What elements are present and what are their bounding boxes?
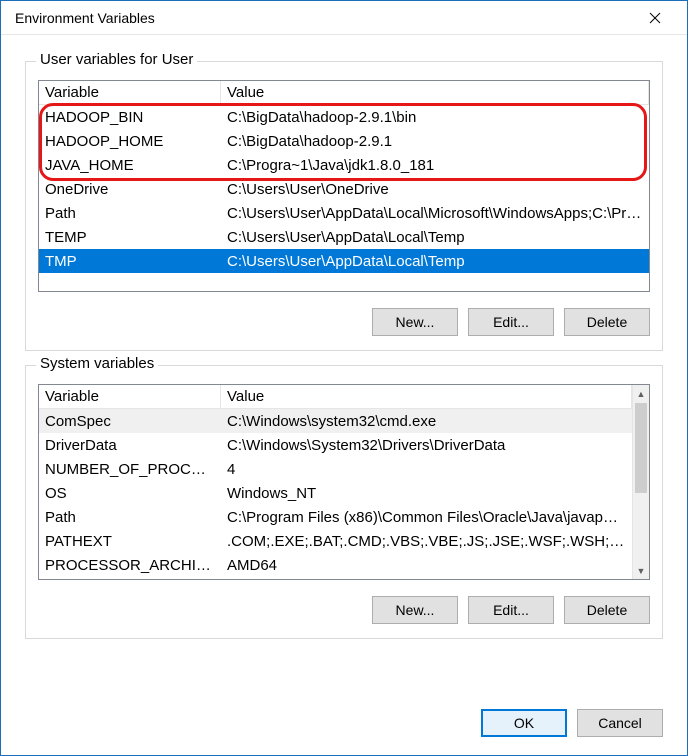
user-vars-label: User variables for User bbox=[36, 51, 197, 68]
cell-variable: HADOOP_HOME bbox=[39, 133, 221, 150]
table-row[interactable]: DriverDataC:\Windows\System32\Drivers\Dr… bbox=[39, 433, 632, 457]
table-row[interactable]: OSWindows_NT bbox=[39, 481, 632, 505]
cell-variable: TMP bbox=[39, 253, 221, 270]
cell-variable: OS bbox=[39, 485, 221, 502]
close-button[interactable] bbox=[633, 3, 677, 33]
table-row[interactable]: JAVA_HOMEC:\Progra~1\Java\jdk1.8.0_181 bbox=[39, 153, 649, 177]
table-row[interactable]: PathC:\Users\User\AppData\Local\Microsof… bbox=[39, 201, 649, 225]
cell-value: .COM;.EXE;.BAT;.CMD;.VBS;.VBE;.JS;.JSE;.… bbox=[221, 533, 632, 550]
table-row[interactable]: HADOOP_HOMEC:\BigData\hadoop-2.9.1 bbox=[39, 129, 649, 153]
user-vars-group: User variables for User Variable Value H… bbox=[25, 61, 663, 351]
system-vars-buttons: New... Edit... Delete bbox=[38, 596, 650, 624]
titlebar: Environment Variables bbox=[1, 1, 687, 35]
scroll-up-icon[interactable]: ▲ bbox=[633, 385, 649, 402]
table-row[interactable]: OneDriveC:\Users\User\OneDrive bbox=[39, 177, 649, 201]
env-vars-dialog: Environment Variables User variables for… bbox=[0, 0, 688, 756]
system-edit-button[interactable]: Edit... bbox=[468, 596, 554, 624]
cell-value: AMD64 bbox=[221, 557, 632, 574]
cancel-button[interactable]: Cancel bbox=[577, 709, 663, 737]
col-variable[interactable]: Variable bbox=[39, 385, 221, 408]
table-row[interactable]: TMPC:\Users\User\AppData\Local\Temp bbox=[39, 249, 649, 273]
table-row[interactable]: TEMPC:\Users\User\AppData\Local\Temp bbox=[39, 225, 649, 249]
scroll-thumb[interactable] bbox=[635, 403, 647, 493]
cell-value: C:\Program Files (x86)\Common Files\Orac… bbox=[221, 509, 632, 526]
close-icon bbox=[649, 12, 661, 24]
table-row[interactable]: NUMBER_OF_PROCESSORS4 bbox=[39, 457, 632, 481]
dialog-footer: OK Cancel bbox=[1, 695, 687, 755]
table-row[interactable]: PROCESSOR_ARCHITECTUAMD64 bbox=[39, 553, 632, 577]
cell-value: C:\Progra~1\Java\jdk1.8.0_181 bbox=[221, 157, 649, 174]
cell-variable: PROCESSOR_ARCHITECTU bbox=[39, 557, 221, 574]
table-row[interactable]: PathC:\Program Files (x86)\Common Files\… bbox=[39, 505, 632, 529]
cell-value: Windows_NT bbox=[221, 485, 632, 502]
cell-value: C:\BigData\hadoop-2.9.1 bbox=[221, 133, 649, 150]
user-vars-listbox[interactable]: Variable Value HADOOP_BINC:\BigData\hado… bbox=[38, 80, 650, 292]
system-vars-listbox[interactable]: Variable Value ComSpecC:\Windows\system3… bbox=[38, 384, 650, 580]
cell-value: C:\Windows\system32\cmd.exe bbox=[221, 413, 632, 430]
cell-variable: Path bbox=[39, 205, 221, 222]
user-new-button[interactable]: New... bbox=[372, 308, 458, 336]
cell-variable: OneDrive bbox=[39, 181, 221, 198]
cell-variable: ComSpec bbox=[39, 413, 221, 430]
col-value[interactable]: Value bbox=[221, 81, 649, 104]
col-variable[interactable]: Variable bbox=[39, 81, 221, 104]
cell-value: C:\Users\User\AppData\Local\Temp bbox=[221, 229, 649, 246]
user-delete-button[interactable]: Delete bbox=[564, 308, 650, 336]
system-vars-group: System variables Variable Value ComSpecC… bbox=[25, 365, 663, 639]
ok-button[interactable]: OK bbox=[481, 709, 567, 737]
cell-value: C:\Users\User\AppData\Local\Microsoft\Wi… bbox=[221, 205, 649, 222]
system-delete-button[interactable]: Delete bbox=[564, 596, 650, 624]
col-value[interactable]: Value bbox=[221, 385, 632, 408]
cell-value: C:\Users\User\AppData\Local\Temp bbox=[221, 253, 649, 270]
table-row[interactable]: HADOOP_BINC:\BigData\hadoop-2.9.1\bin bbox=[39, 105, 649, 129]
scroll-down-icon[interactable]: ▼ bbox=[633, 562, 649, 579]
cell-variable: JAVA_HOME bbox=[39, 157, 221, 174]
cell-variable: NUMBER_OF_PROCESSORS bbox=[39, 461, 221, 478]
system-new-button[interactable]: New... bbox=[372, 596, 458, 624]
cell-variable: Path bbox=[39, 509, 221, 526]
system-vars-label: System variables bbox=[36, 355, 158, 372]
table-row[interactable]: PATHEXT.COM;.EXE;.BAT;.CMD;.VBS;.VBE;.JS… bbox=[39, 529, 632, 553]
cell-variable: DriverData bbox=[39, 437, 221, 454]
cell-variable: TEMP bbox=[39, 229, 221, 246]
window-title: Environment Variables bbox=[15, 10, 633, 26]
cell-variable: PATHEXT bbox=[39, 533, 221, 550]
cell-value: C:\BigData\hadoop-2.9.1\bin bbox=[221, 109, 649, 126]
dialog-body: User variables for User Variable Value H… bbox=[1, 35, 687, 695]
cell-variable: HADOOP_BIN bbox=[39, 109, 221, 126]
user-edit-button[interactable]: Edit... bbox=[468, 308, 554, 336]
user-vars-buttons: New... Edit... Delete bbox=[38, 308, 650, 336]
table-row[interactable]: ComSpecC:\Windows\system32\cmd.exe bbox=[39, 409, 632, 433]
system-scrollbar[interactable]: ▲ ▼ bbox=[632, 385, 649, 579]
user-vars-header: Variable Value bbox=[39, 81, 649, 105]
system-vars-header: Variable Value bbox=[39, 385, 632, 409]
cell-value: 4 bbox=[221, 461, 632, 478]
cell-value: C:\Windows\System32\Drivers\DriverData bbox=[221, 437, 632, 454]
cell-value: C:\Users\User\OneDrive bbox=[221, 181, 649, 198]
